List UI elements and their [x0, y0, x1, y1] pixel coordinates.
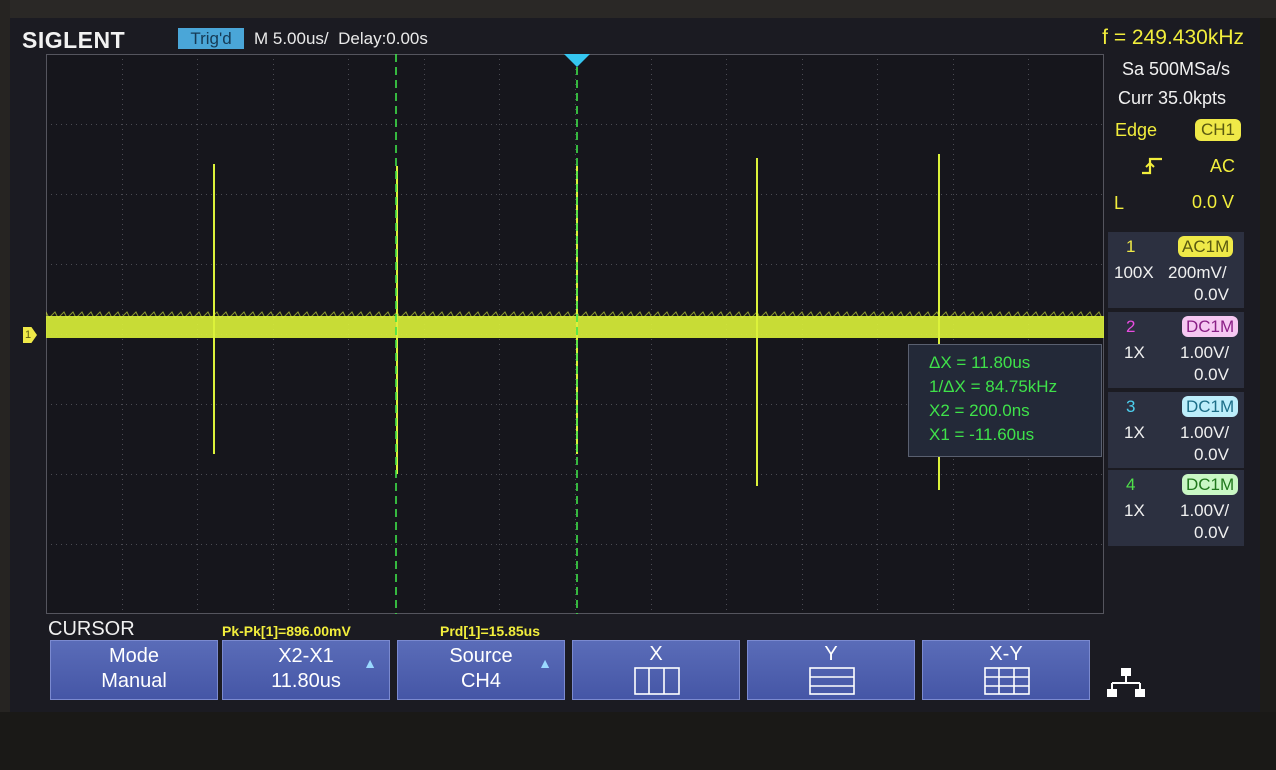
mode-softkey[interactable]: Mode Manual	[50, 640, 218, 700]
period-measurement: Prd[1]=15.85us	[440, 623, 540, 639]
memory-depth: Curr 35.0kpts	[1118, 88, 1227, 108]
channel-coupling-badge: DC1M	[1182, 396, 1239, 417]
brand-logo: SIGLENT	[22, 27, 126, 53]
channel-vdiv: 1.00V/	[1180, 423, 1230, 442]
pkpk-measurement: Pk-Pk[1]=896.00mV	[222, 623, 351, 639]
trigger-status-badge: Trig'd	[178, 28, 244, 49]
delay-value: Delay:0.00s	[338, 29, 428, 48]
network-icon	[1107, 668, 1145, 697]
softkey-label: Y	[824, 643, 838, 665]
rising-edge-icon	[1140, 155, 1164, 182]
channel-probe: 1X	[1124, 423, 1145, 442]
trigger-coupling: AC	[1210, 156, 1236, 176]
knob-arrow-icon: ▲	[363, 655, 377, 671]
channel-probe: 100X	[1114, 263, 1154, 282]
softkey-label: X	[649, 643, 663, 665]
source-softkey[interactable]: Source CH4 ▲	[397, 640, 565, 700]
trigger-level-label: L	[1114, 193, 1125, 213]
channel-vdiv: 200mV/	[1168, 263, 1227, 282]
x2-readout: X2 = 200.0ns	[929, 401, 1030, 420]
softkey-value: 11.80us	[271, 670, 341, 692]
y-cursor-softkey[interactable]: Y	[747, 640, 915, 700]
knob-arrow-icon: ▲	[538, 655, 552, 671]
inverse-delta-x-readout: 1/ΔX = 84.75kHz	[929, 377, 1058, 396]
channel-probe: 1X	[1124, 501, 1145, 520]
scope-screen: SIGLENT Trig'd M 5.00us/ Delay:0.00s f =…	[10, 18, 1260, 712]
softkey-label: X-Y	[989, 643, 1023, 665]
channel-3-panel[interactable]: 3 DC1M 1X 1.00V/ 0.0V	[1108, 392, 1244, 468]
channel-probe: 1X	[1124, 343, 1145, 362]
channel-number: 3	[1126, 397, 1136, 416]
channel-number: 4	[1126, 475, 1136, 494]
bezel-left	[0, 0, 10, 770]
channel-offset: 0.0V	[1194, 365, 1229, 384]
softkey-value: CH4	[460, 670, 501, 692]
bezel-bottom	[0, 712, 1276, 770]
y-cursor-icon	[809, 667, 855, 695]
xy-cursor-softkey[interactable]: X-Y	[922, 640, 1090, 700]
bezel-top	[0, 0, 1276, 18]
timebase-readout: M 5.00us/ Delay:0.00s	[254, 28, 428, 50]
delta-x-readout: ΔX = 11.80us	[929, 353, 1031, 372]
trigger-level: 0.0 V	[1192, 192, 1235, 212]
trigger-source-badge: CH1	[1195, 119, 1241, 141]
x-cursor-icon	[634, 667, 680, 695]
channel-offset: 0.0V	[1194, 285, 1229, 304]
menu-title: CURSOR	[48, 618, 135, 640]
channel-number: 2	[1126, 317, 1136, 336]
softkey-value: Manual	[101, 670, 167, 692]
ch1-trace	[46, 316, 1104, 338]
channel-4-panel[interactable]: 4 DC1M 1X 1.00V/ 0.0V	[1108, 470, 1244, 546]
timebase-value: M 5.00us/	[254, 29, 329, 48]
xy-cursor-icon	[984, 667, 1030, 695]
cursor-readout-box: ΔX = 11.80us 1/ΔX = 84.75kHz X2 = 200.0n…	[908, 344, 1102, 457]
channel-1-panel[interactable]: 1 AC1M 100X 200mV/ 0.0V	[1108, 232, 1244, 308]
channel-coupling-badge: DC1M	[1182, 474, 1239, 495]
sample-rate: Sa 500MSa/s	[1122, 59, 1231, 79]
channel-number: 1	[1126, 237, 1136, 256]
softkey-label: Mode	[108, 645, 160, 667]
channel-coupling-badge: AC1M	[1178, 236, 1234, 257]
channel-vdiv: 1.00V/	[1180, 343, 1230, 362]
x2-x1-softkey[interactable]: X2-X1 11.80us ▲	[222, 640, 390, 700]
ground-marker-label: 1	[25, 329, 32, 341]
waveform-display[interactable]	[46, 54, 1104, 614]
frequency-counter: f = 249.430kHz	[1102, 26, 1244, 49]
x1-readout: X1 = -11.60us	[929, 425, 1035, 444]
channel-offset: 0.0V	[1194, 445, 1229, 464]
channel-vdiv: 1.00V/	[1180, 501, 1230, 520]
x-cursor-softkey[interactable]: X	[572, 640, 740, 700]
ch1-ground-marker[interactable]: 1	[23, 327, 37, 343]
channel-2-panel[interactable]: 2 DC1M 1X 1.00V/ 0.0V	[1108, 312, 1244, 388]
channel-offset: 0.0V	[1194, 523, 1229, 542]
channel-coupling-badge: DC1M	[1182, 316, 1239, 337]
trigger-type: Edge	[1115, 120, 1158, 140]
